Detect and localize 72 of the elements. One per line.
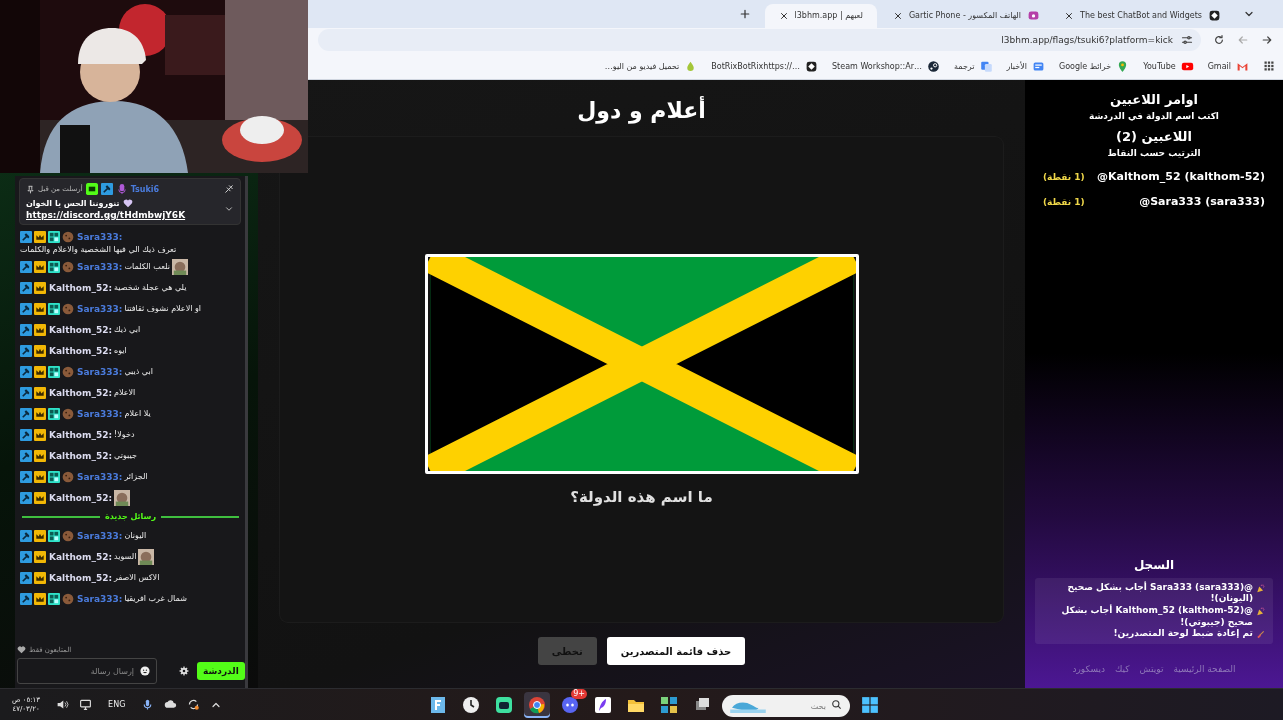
commands-title: اوامر اللاعبين [1109, 92, 1199, 107]
new-messages-label: رسائل جديدة [104, 512, 157, 521]
tab-title: لعبهم | l3bhm.app [794, 11, 863, 21]
log-title: السجل [1133, 557, 1175, 572]
bookmark[interactable]: خرائط Google [1058, 59, 1130, 73]
bookmark[interactable]: YouTube [1143, 59, 1194, 73]
bookmark[interactable]: Steam Workshop::Ar… [832, 59, 940, 73]
log-entry: تم إعادة ضبط لوحة المتصدرين! [1113, 628, 1253, 640]
log-entry: @Kalthom_52 (kalthom-52) أجاب بشكل صحيح (جيبوتي)! [1060, 604, 1253, 629]
clear-leaderboard-button[interactable]: حذف قائمة المتصدرين [606, 637, 746, 665]
message-text: اليونان [124, 531, 147, 540]
message-text: او الاعلام نشوف ثقافتنا [124, 304, 202, 313]
message-text: الجزائر [124, 472, 148, 481]
username: Tsuki6 [130, 184, 160, 194]
player-points: (1 نقطة) [1043, 196, 1085, 207]
log-entry: @Sara333 (sara333) أجاب بشكل صحيح (اليونان)! [1066, 581, 1253, 604]
message-text: نلعب الكلمات [124, 262, 170, 271]
username[interactable]: Kalthom_52: [49, 551, 113, 562]
message-text: الاعلام [114, 388, 136, 397]
bookmark[interactable]: BotRixBotRixhttps://… [711, 59, 818, 73]
chat-button[interactable]: الدردشة [197, 662, 245, 680]
message-text: شمال غرب افريقيا [124, 594, 187, 603]
browser-tab[interactable]: The best ChatBot and Widgets [1056, 3, 1229, 28]
username[interactable]: Kalthom_52: [49, 282, 113, 293]
username[interactable]: Sara333: [77, 232, 123, 242]
username[interactable]: Kalthom_52: [49, 324, 113, 335]
notification-badge: 9+ [571, 688, 587, 699]
message-text: تنوروننا الحس يا الخوان [26, 198, 120, 208]
username[interactable]: Sara333: [77, 593, 123, 604]
message-text: يلا اعلام [124, 409, 151, 418]
language-indicator[interactable]: ENG [108, 700, 126, 709]
username[interactable]: Sara333: [77, 471, 123, 482]
username[interactable]: Kalthom_52: [49, 450, 113, 461]
search-field[interactable]: بحث [722, 695, 850, 717]
username[interactable]: Kalthom_52: [49, 345, 113, 356]
message-text: دخولا! [114, 430, 135, 439]
bookmark[interactable]: الأخبار [1006, 59, 1045, 73]
bookmark[interactable]: تحميل فيديو من اليو… [604, 59, 698, 73]
browser-tab[interactable]: الهاتف المكسور - Gartic Phone [884, 3, 1049, 28]
game-title: أعلام و دول [577, 98, 706, 123]
username[interactable]: Sara333: [77, 366, 123, 377]
address-bar[interactable]: l3bhm.app/flags/tsuki6?platform=kick [318, 29, 1201, 52]
players-heading: اللاعبين (2) [1116, 129, 1192, 144]
message-text: الاكس الاصفر [114, 573, 160, 582]
username[interactable]: Sara333: [77, 408, 123, 419]
tab-title: الهاتف المكسور - Gartic Phone [908, 11, 1022, 21]
bookmark[interactable]: ترجمة [954, 59, 993, 73]
instructions-text: اكتب اسم الدولة في الدردشة [1089, 111, 1219, 121]
message-text: ابي ذيك [114, 325, 141, 334]
tab-title: The best ChatBot and Widgets [1080, 11, 1202, 21]
username[interactable]: Sara333: [77, 303, 123, 314]
message-text: السويد [114, 552, 137, 561]
player-name: @Kalthom_52 (kalthom-52) [1097, 170, 1265, 183]
question-text: ما اسم هذه الدولة؟ [570, 488, 713, 506]
message-text: ايوه [114, 346, 127, 355]
bookmark[interactable]: Gmail [1207, 59, 1249, 73]
browser-tab[interactable]: لعبهم | l3bhm.app [764, 3, 877, 28]
message-text: يلي هي عجلة شخصية [114, 283, 187, 292]
message-text: جيبوتي [114, 451, 137, 460]
username[interactable]: Sara333: [77, 530, 123, 541]
username[interactable]: Kalthom_52: [49, 387, 113, 398]
username[interactable]: Kalthom_52: [49, 429, 113, 440]
username[interactable]: Sara333: [77, 261, 123, 272]
discord-link[interactable]: https://discord.gg/tHdmbwjY6K [26, 210, 186, 220]
sort-note: الترتيب حسب النقاط [1107, 148, 1201, 158]
username[interactable]: Kalthom_52: [49, 572, 113, 583]
message-text: ابي ذيبي [124, 367, 153, 376]
username[interactable]: Kalthom_52: [49, 492, 113, 503]
player-name: @Sara333 (sara333) [1139, 195, 1265, 208]
message-text: تعرف ذيك الي فيها الشخصية والاعلام والكلمات [20, 245, 177, 254]
message-field[interactable]: إرسال رسالة [17, 658, 157, 684]
player-points: (1 نقطة) [1043, 171, 1085, 182]
